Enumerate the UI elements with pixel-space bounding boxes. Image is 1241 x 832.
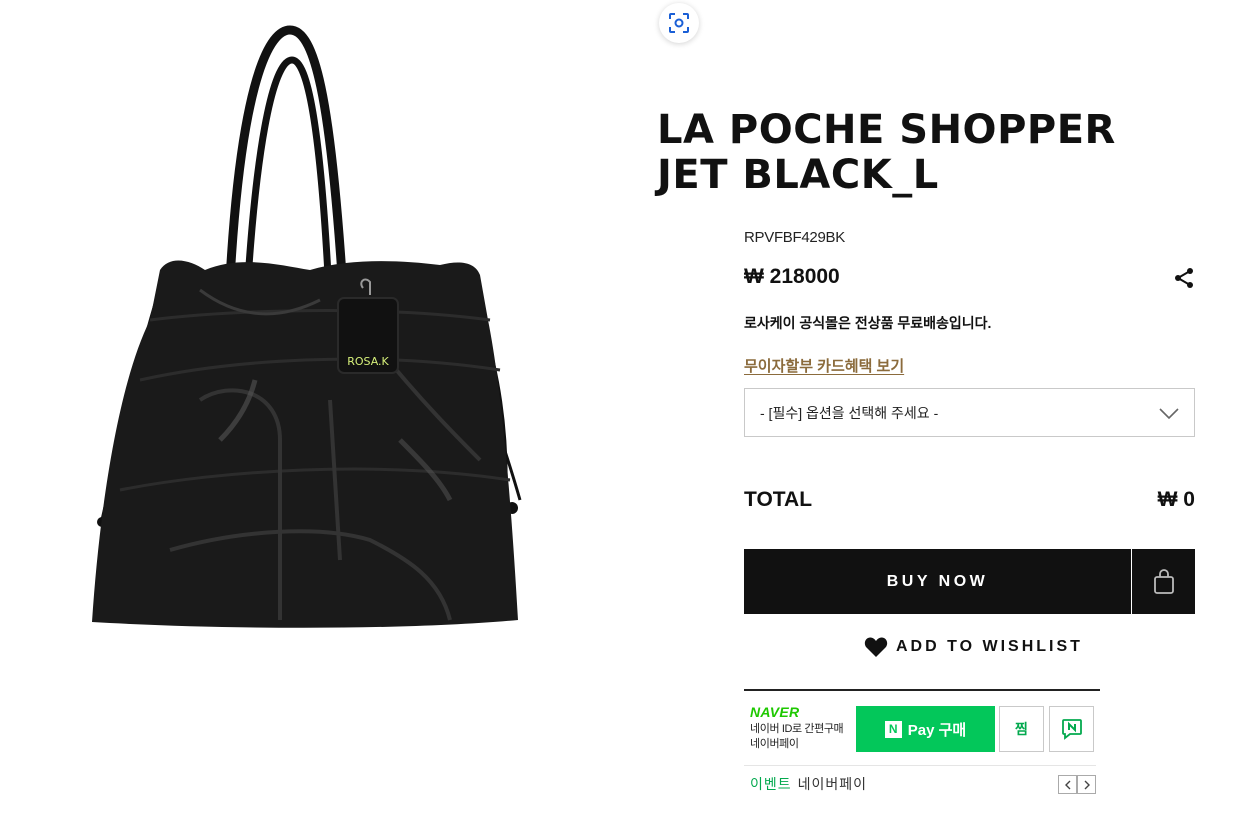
option-select-placeholder: - [필수] 옵션을 선택해 주세요 -: [760, 404, 939, 421]
shopping-bag-icon: [1153, 568, 1174, 594]
option-select[interactable]: - [필수] 옵션을 선택해 주세요 -: [744, 388, 1195, 437]
naver-pay-widget: NAVER 네이버 ID로 간편구매 네이버페이 N Pay 구매 찜 이벤트 네…: [744, 689, 1100, 799]
card-benefit-link[interactable]: 무이자할부 카드혜택 보기: [744, 355, 904, 376]
naver-pay-desc-line1: 네이버 ID로 간편구매: [750, 723, 844, 735]
naver-pay-event-pager: [1058, 775, 1096, 794]
product-title: LA POCHE SHOPPER JET BLACK_L: [657, 108, 1217, 198]
naver-logo: NAVER: [750, 704, 800, 720]
product-code: RPVFBF429BK: [744, 229, 845, 246]
share-icon: [1175, 268, 1193, 288]
naver-n-icon: N: [884, 720, 902, 738]
naver-zzim-button[interactable]: 찜: [999, 706, 1044, 752]
chevron-down-icon: [1159, 408, 1179, 420]
buy-now-button[interactable]: BUY NOW: [744, 549, 1131, 614]
add-to-wishlist-label: ADD TO WISHLIST: [896, 638, 1083, 655]
event-prev-button[interactable]: [1058, 775, 1077, 794]
add-to-wishlist-button[interactable]: ADD TO WISHLIST: [864, 634, 1083, 660]
naver-pay-event-text: 네이버페이: [797, 776, 868, 792]
naver-pay-description: 네이버 ID로 간편구매 네이버페이: [750, 722, 844, 752]
naver-talk-button[interactable]: [1049, 706, 1094, 752]
product-price: ₩ 218000: [744, 265, 840, 288]
chevron-right-icon: [1084, 780, 1090, 789]
naver-pay-event-bar: 이벤트 네이버페이: [744, 765, 1096, 794]
shipping-notice: 로사케이 공식몰은 전상품 무료배송입니다.: [744, 315, 992, 331]
heart-icon: [864, 637, 888, 657]
naver-pay-buy-button[interactable]: N Pay 구매: [856, 706, 995, 752]
share-button[interactable]: [1172, 266, 1196, 290]
naver-pay-desc-line2: 네이버페이: [750, 738, 799, 750]
naver-pay-buy-label: Pay 구매: [907, 721, 967, 739]
product-bag-illustration: ROSA.K: [92, 25, 522, 628]
event-next-button[interactable]: [1077, 775, 1096, 794]
product-title-line1: LA POCHE SHOPPER: [657, 107, 1116, 153]
total-label: TOTAL: [744, 488, 813, 511]
brand-tag-text: ROSA.K: [347, 355, 389, 368]
scan-icon: [669, 13, 689, 33]
chevron-left-icon: [1064, 780, 1070, 789]
naver-talk-icon: [1061, 719, 1082, 740]
naver-pay-event-label[interactable]: 이벤트: [750, 776, 792, 792]
add-to-cart-button[interactable]: [1132, 549, 1195, 614]
total-value: ₩ 0: [1157, 488, 1195, 511]
product-title-line2: JET BLACK_L: [657, 152, 939, 198]
image-scan-button[interactable]: [659, 3, 699, 43]
product-image: ROSA.K: [80, 20, 540, 640]
